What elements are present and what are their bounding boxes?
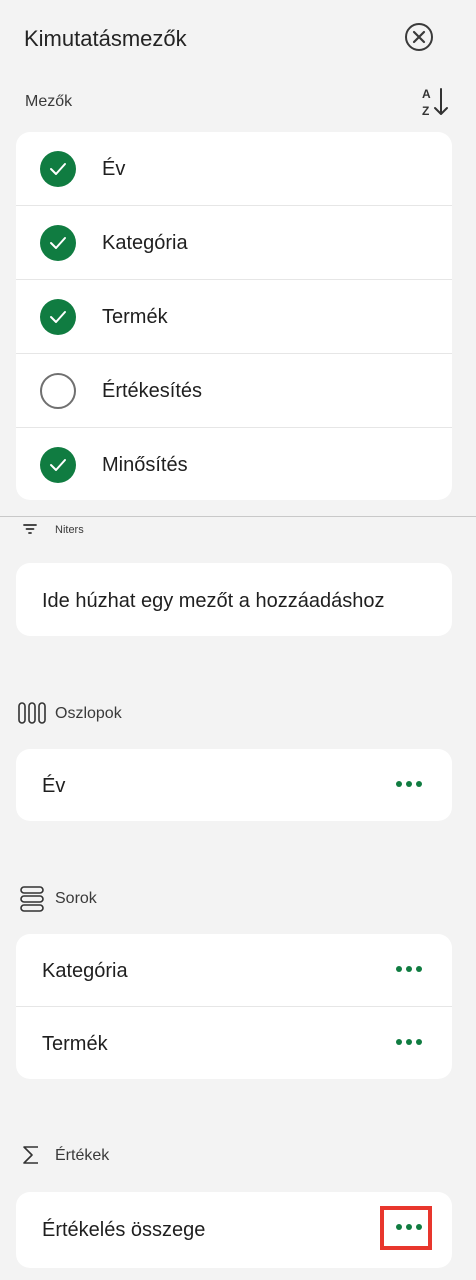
row-item-kategoria[interactable]: Kategória — [16, 934, 452, 1007]
more-options-icon[interactable] — [396, 1035, 422, 1049]
rows-icon — [20, 886, 44, 917]
field-item-termek[interactable]: Termék — [16, 280, 452, 354]
filter-icon — [23, 522, 37, 541]
field-label: Év — [102, 158, 126, 180]
field-item-minosites[interactable]: Minősítés — [16, 428, 452, 501]
rows-section-label: Sorok — [55, 890, 97, 907]
field-item-ertekesites[interactable]: Értékesítés — [16, 354, 452, 428]
highlight-box — [380, 1206, 432, 1250]
checkbox-checked-icon[interactable] — [40, 299, 76, 335]
item-label: Értékelés összege — [42, 1219, 206, 1241]
close-icon[interactable] — [405, 23, 433, 51]
checkbox-unchecked-icon[interactable] — [40, 373, 76, 409]
filters-drop-zone[interactable]: Ide húzhat egy mezőt a hozzáadáshoz — [16, 563, 452, 636]
filters-section-label: Niters — [55, 524, 84, 536]
field-item-kategoria[interactable]: Kategória — [16, 206, 452, 280]
field-item-ev[interactable]: Év — [16, 132, 452, 206]
more-options-icon[interactable] — [396, 777, 422, 791]
pane-title: Kimutatásmezők — [24, 26, 187, 51]
drop-zone-placeholder: Ide húzhat egy mezőt a hozzáadáshoz — [42, 590, 385, 612]
fields-list: Év Kategória Termék Értékesítés Minősíté… — [16, 132, 452, 500]
values-section-label: Értékek — [55, 1147, 110, 1164]
field-label: Értékesítés — [102, 380, 203, 402]
svg-text:A: A — [422, 87, 431, 101]
field-label: Termék — [102, 306, 168, 328]
checkbox-checked-icon[interactable] — [40, 447, 76, 483]
row-item-termek[interactable]: Termék — [16, 1007, 452, 1079]
column-item-ev[interactable]: Év — [16, 749, 452, 821]
sigma-icon — [22, 1145, 40, 1170]
field-label: Kategória — [102, 232, 188, 254]
more-options-icon[interactable] — [396, 962, 422, 976]
section-divider — [0, 516, 476, 517]
sort-az-icon[interactable]: A Z — [420, 86, 450, 118]
columns-list: Év — [16, 749, 452, 821]
columns-section-label: Oszlopok — [55, 705, 122, 722]
fields-section-label: Mezők — [25, 93, 73, 110]
checkbox-checked-icon[interactable] — [40, 225, 76, 261]
item-label: Kategória — [42, 960, 128, 982]
svg-text:Z: Z — [422, 104, 429, 118]
item-label: Év — [42, 775, 66, 797]
checkbox-checked-icon[interactable] — [40, 151, 76, 187]
rows-list: Kategória Termék — [16, 934, 452, 1079]
columns-icon — [18, 702, 46, 729]
field-label: Minősítés — [102, 454, 188, 476]
item-label: Termék — [42, 1033, 108, 1055]
